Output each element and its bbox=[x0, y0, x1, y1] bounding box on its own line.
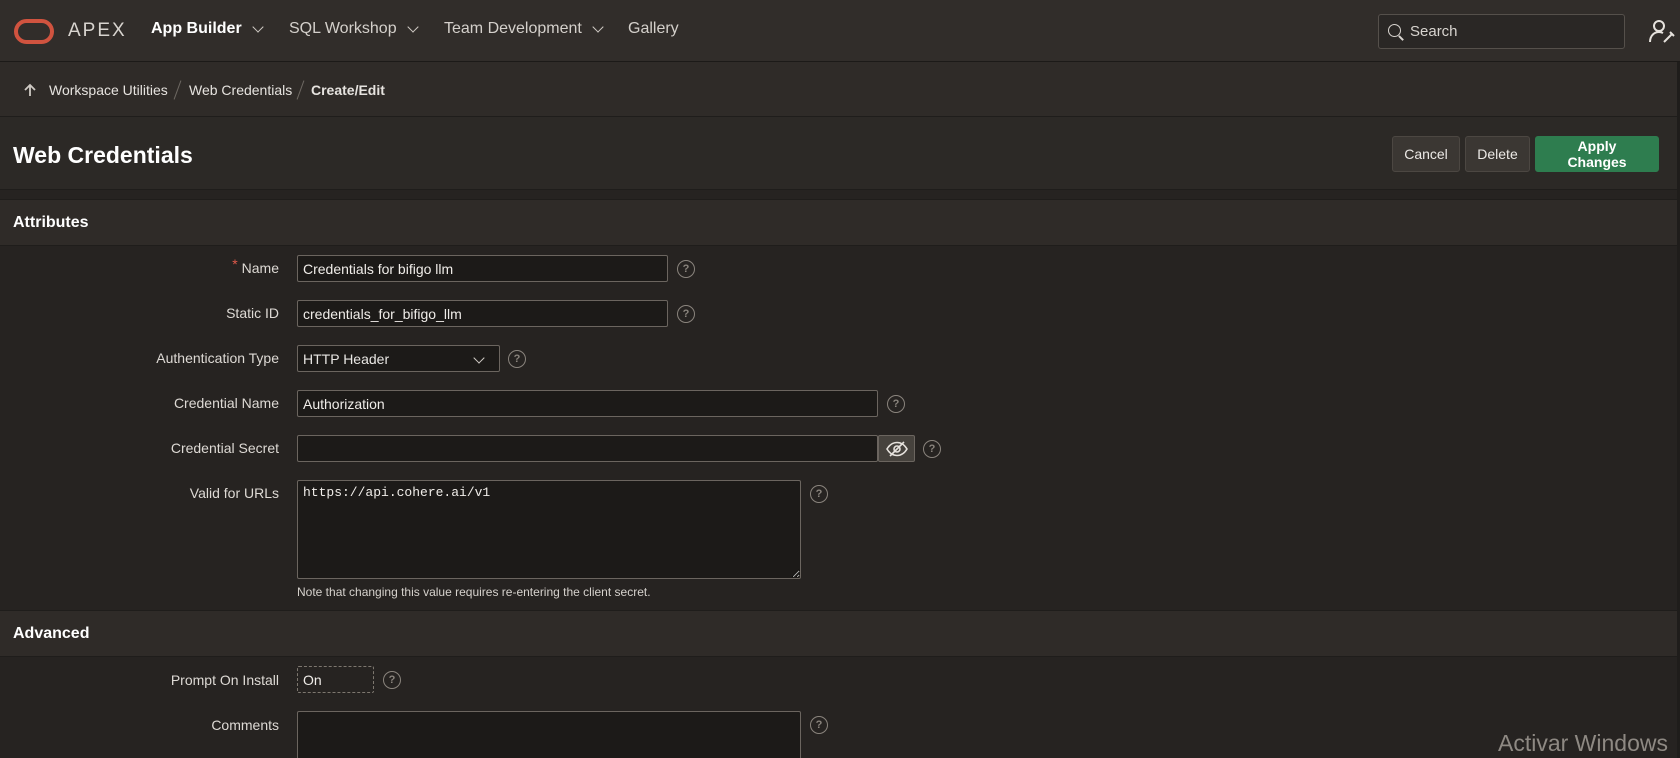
authentication-type-select[interactable]: HTTP Header bbox=[297, 345, 500, 372]
help-icon[interactable]: ? bbox=[508, 350, 526, 368]
arrow-up-icon[interactable] bbox=[23, 83, 37, 97]
help-icon[interactable]: ? bbox=[887, 395, 905, 413]
delete-button[interactable]: Delete bbox=[1465, 136, 1530, 172]
name-field[interactable] bbox=[297, 255, 668, 282]
help-icon[interactable]: ? bbox=[810, 716, 828, 734]
apex-logo-text[interactable]: APEX bbox=[68, 20, 127, 42]
attributes-region-title: Attributes bbox=[13, 214, 89, 231]
authentication-type-value: HTTP Header bbox=[303, 350, 390, 367]
name-label: * Name bbox=[0, 256, 279, 276]
advanced-region-header bbox=[0, 610, 1680, 657]
prompt-on-install-label: Prompt On Install bbox=[170, 672, 279, 688]
help-icon[interactable]: ? bbox=[677, 305, 695, 323]
required-marker: * bbox=[232, 256, 238, 272]
breadcrumb-workspace-utilities[interactable]: Workspace Utilities bbox=[49, 82, 168, 98]
nav-team-development[interactable]: Team Development bbox=[444, 20, 604, 38]
nav-gallery[interactable]: Gallery bbox=[628, 20, 679, 38]
oracle-logo-icon[interactable] bbox=[14, 19, 54, 44]
static-id-field[interactable] bbox=[297, 300, 668, 327]
nav-gallery-label: Gallery bbox=[628, 20, 679, 37]
credential-secret-field[interactable] bbox=[297, 435, 878, 462]
comments-textarea[interactable] bbox=[297, 711, 801, 758]
chevron-down-icon bbox=[592, 20, 604, 33]
user-settings-icon[interactable] bbox=[1648, 18, 1676, 46]
nav-sql-workshop[interactable]: SQL Workshop bbox=[289, 20, 419, 38]
apply-changes-button[interactable]: Apply Changes bbox=[1535, 136, 1659, 172]
nav-app-builder-label: App Builder bbox=[151, 20, 242, 37]
valid-for-urls-label: Valid for URLs bbox=[189, 485, 279, 501]
chevron-down-icon bbox=[252, 20, 264, 33]
valid-for-urls-note: Note that changing this value requires r… bbox=[297, 585, 651, 599]
attributes-region-header bbox=[0, 199, 1680, 246]
help-icon[interactable]: ? bbox=[810, 485, 828, 503]
windows-activation-watermark: Activar Windows bbox=[1498, 730, 1668, 756]
search-box[interactable] bbox=[1378, 14, 1625, 49]
advanced-region-title: Advanced bbox=[13, 625, 90, 642]
credential-secret-label: Credential Secret bbox=[170, 440, 279, 456]
search-input[interactable] bbox=[1410, 23, 1610, 40]
page-title: Web Credentials bbox=[13, 142, 193, 168]
authentication-type-label: Authentication Type bbox=[156, 350, 279, 366]
prompt-on-install-switch[interactable]: On bbox=[297, 666, 374, 693]
name-label-text: Name bbox=[241, 260, 279, 276]
chevron-down-icon bbox=[406, 20, 419, 33]
credential-name-field[interactable] bbox=[297, 390, 878, 417]
credential-name-label: Credential Name bbox=[173, 395, 279, 411]
nav-team-development-label: Team Development bbox=[444, 20, 582, 37]
breadcrumb-web-credentials[interactable]: Web Credentials bbox=[189, 82, 292, 98]
help-icon[interactable]: ? bbox=[923, 440, 941, 458]
nav-sql-workshop-label: SQL Workshop bbox=[289, 20, 397, 37]
comments-label: Comments bbox=[211, 717, 279, 733]
valid-for-urls-textarea[interactable]: https://api.cohere.ai/v1 bbox=[297, 480, 801, 579]
nav-app-builder[interactable]: App Builder bbox=[151, 20, 264, 38]
toggle-secret-visibility-button[interactable] bbox=[878, 435, 915, 462]
chevron-down-icon bbox=[473, 352, 485, 364]
eye-slash-icon bbox=[885, 440, 908, 457]
cancel-button[interactable]: Cancel bbox=[1392, 136, 1460, 172]
help-icon[interactable]: ? bbox=[383, 671, 401, 689]
search-icon bbox=[1388, 23, 1404, 40]
help-icon[interactable]: ? bbox=[677, 260, 695, 278]
breadcrumb-current: Create/Edit bbox=[311, 82, 385, 98]
static-id-label: Static ID bbox=[226, 305, 279, 321]
